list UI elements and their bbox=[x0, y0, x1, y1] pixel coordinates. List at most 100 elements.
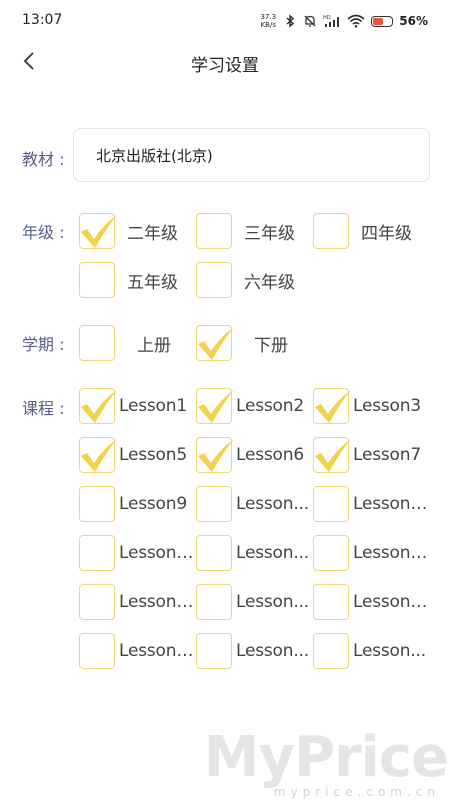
checkbox[interactable] bbox=[79, 633, 115, 669]
checkbox[interactable] bbox=[196, 437, 234, 473]
check-icon bbox=[81, 390, 117, 423]
checkbox[interactable] bbox=[196, 213, 232, 249]
grade-option[interactable]: 五年级 bbox=[79, 262, 178, 298]
checkbox[interactable] bbox=[79, 262, 115, 298]
grade-option[interactable]: 二年级 bbox=[79, 213, 178, 249]
course-option-label: Lesson... bbox=[236, 641, 309, 661]
course-option-label: Lesson... bbox=[236, 592, 309, 612]
grade-option[interactable]: 三年级 bbox=[196, 213, 295, 249]
course-option-label: Lesson1 bbox=[119, 396, 187, 416]
course-option-label: Lesson5 bbox=[119, 445, 187, 465]
course-option[interactable]: Lesson15 bbox=[313, 535, 431, 571]
check-icon bbox=[81, 215, 117, 248]
wifi-icon bbox=[347, 14, 365, 28]
checkbox[interactable] bbox=[196, 535, 232, 571]
course-option-label: Lesson2 bbox=[236, 396, 304, 416]
check-icon bbox=[198, 327, 234, 360]
status-time: 13:07 bbox=[22, 12, 63, 28]
course-option-label: Lesson3 bbox=[353, 396, 421, 416]
course-option[interactable]: Lesson17 bbox=[79, 584, 197, 620]
checkbox[interactable] bbox=[79, 584, 115, 620]
course-option[interactable]: Lesson... bbox=[196, 633, 314, 669]
grade-label: 年级 : bbox=[22, 223, 65, 242]
battery-icon bbox=[371, 15, 394, 27]
course-option[interactable]: Lesson... bbox=[196, 535, 314, 571]
status-bar: 13:07 37.3 KB/s HD 56% bbox=[0, 0, 450, 40]
course-option-label: Lesson15 bbox=[353, 543, 431, 563]
grade-option-label: 五年级 bbox=[127, 272, 178, 293]
grade-option-label: 三年级 bbox=[244, 223, 295, 244]
course-option-label: Lesson13 bbox=[119, 543, 197, 563]
checkbox[interactable] bbox=[313, 213, 349, 249]
course-option[interactable]: Lesson2 bbox=[196, 388, 314, 424]
course-option[interactable]: Lesson7 bbox=[313, 437, 431, 473]
check-icon bbox=[315, 439, 351, 472]
course-option[interactable]: Lesson3 bbox=[313, 388, 431, 424]
checkbox[interactable] bbox=[313, 584, 349, 620]
checkbox[interactable] bbox=[313, 486, 349, 522]
checkbox[interactable] bbox=[79, 388, 117, 424]
course-option[interactable]: Lesson6 bbox=[196, 437, 314, 473]
course-option[interactable]: Lesson... bbox=[196, 584, 314, 620]
checkbox[interactable] bbox=[79, 213, 117, 249]
checkbox[interactable] bbox=[196, 633, 232, 669]
course-option[interactable]: Lesson... bbox=[313, 633, 431, 669]
course-option-label: Lesson... bbox=[236, 543, 309, 563]
check-icon bbox=[315, 390, 351, 423]
course-option-label: Lesson6 bbox=[236, 445, 304, 465]
textbook-select[interactable]: 北京出版社(北京) bbox=[73, 128, 430, 182]
grade-option-label: 六年级 bbox=[244, 272, 295, 293]
checkbox[interactable] bbox=[196, 325, 234, 361]
semester-option[interactable]: 上册 bbox=[79, 325, 171, 361]
textbook-label: 教材 : bbox=[22, 150, 65, 169]
grade-option[interactable]: 四年级 bbox=[313, 213, 412, 249]
course-option[interactable]: Lesson1 bbox=[79, 388, 197, 424]
checkbox[interactable] bbox=[196, 584, 232, 620]
course-option[interactable]: Lesson... bbox=[196, 486, 314, 522]
grade-option-label: 二年级 bbox=[127, 223, 178, 244]
watermark-text: MyPrice bbox=[203, 725, 449, 790]
check-icon bbox=[198, 439, 234, 472]
mute-icon bbox=[303, 14, 317, 28]
checkbox[interactable] bbox=[313, 388, 351, 424]
checkbox[interactable] bbox=[196, 388, 234, 424]
header: 学习设置 bbox=[0, 40, 450, 86]
checkbox[interactable] bbox=[79, 325, 115, 361]
checkbox[interactable] bbox=[79, 486, 115, 522]
grade-option[interactable]: 六年级 bbox=[196, 262, 295, 298]
course-option-label: Lesson11 bbox=[353, 494, 431, 514]
course-option-label: Lesson21 bbox=[119, 641, 197, 661]
semester-option-label: 下册 bbox=[254, 335, 288, 356]
checkbox[interactable] bbox=[79, 535, 115, 571]
checkbox[interactable] bbox=[313, 535, 349, 571]
status-icons: 37.3 KB/s HD 56% bbox=[259, 10, 428, 32]
network-speed: 37.3 KB/s bbox=[260, 13, 277, 29]
hd-signal-icon: HD bbox=[323, 14, 341, 28]
check-icon bbox=[81, 439, 117, 472]
checkbox[interactable] bbox=[196, 486, 232, 522]
course-option[interactable]: Lesson5 bbox=[79, 437, 197, 473]
battery-level bbox=[373, 17, 384, 25]
course-option-label: Lesson... bbox=[353, 641, 426, 661]
checkbox[interactable] bbox=[196, 262, 232, 298]
watermark-logo: MyPrice myprice.com.cn bbox=[204, 725, 450, 800]
semester-label: 学期 : bbox=[22, 335, 65, 354]
checkbox[interactable] bbox=[313, 633, 349, 669]
semester-option[interactable]: 下册 bbox=[196, 325, 288, 361]
watermark-url: myprice.com.cn bbox=[273, 785, 440, 799]
course-option-label: Lesson19 bbox=[353, 592, 431, 612]
svg-text:HD: HD bbox=[323, 15, 331, 21]
course-option[interactable]: Lesson13 bbox=[79, 535, 197, 571]
semester-option-label: 上册 bbox=[137, 335, 171, 356]
textbook-value: 北京出版社(北京) bbox=[96, 146, 213, 165]
course-option[interactable]: Lesson19 bbox=[313, 584, 431, 620]
checkbox[interactable] bbox=[79, 437, 117, 473]
grade-option-label: 四年级 bbox=[361, 223, 412, 244]
checkbox[interactable] bbox=[313, 437, 351, 473]
course-option[interactable]: Lesson9 bbox=[79, 486, 197, 522]
check-icon bbox=[198, 390, 234, 423]
course-option-label: Lesson... bbox=[236, 494, 309, 514]
course-option[interactable]: Lesson11 bbox=[313, 486, 431, 522]
course-option[interactable]: Lesson21 bbox=[79, 633, 197, 669]
course-option-label: Lesson7 bbox=[353, 445, 421, 465]
